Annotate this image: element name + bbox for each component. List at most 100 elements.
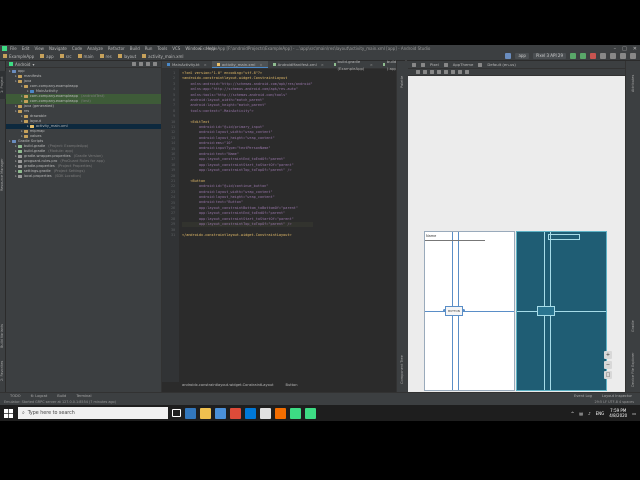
breadcrumb-item[interactable]: androidx.constraintlayout.widget.Constra… xyxy=(182,383,273,389)
orientation-icon[interactable] xyxy=(421,62,425,67)
minimize-button[interactable]: – xyxy=(614,46,617,52)
edge-icon[interactable] xyxy=(185,407,196,419)
chevron-right-icon[interactable]: ▸ xyxy=(27,124,29,129)
mail-icon[interactable] xyxy=(245,407,256,419)
bottom-right-tool-0[interactable]: Event Log xyxy=(574,394,592,398)
layers-icon[interactable] xyxy=(412,62,416,67)
blueprint-edit-text[interactable] xyxy=(548,234,580,240)
code-line[interactable]: </androidx.constraintlayout.widget.Const… xyxy=(182,233,313,238)
close-tab-icon[interactable]: × xyxy=(370,61,373,68)
infer-constraints-icon[interactable] xyxy=(444,70,448,74)
component-tree-tab[interactable]: Component Tree xyxy=(400,351,406,389)
bottom-tool-0[interactable]: TODO xyxy=(10,394,21,398)
locale-selector[interactable]: Default (en-us) xyxy=(487,62,516,67)
guidelines-icon[interactable] xyxy=(465,70,469,74)
android-studio-icon[interactable] xyxy=(290,407,301,419)
sdk-manager-icon[interactable] xyxy=(620,53,626,59)
clock[interactable]: 7:59 PM 4/8/2020 xyxy=(609,408,627,418)
chevron-up-icon[interactable]: ^ xyxy=(571,411,574,416)
preview-edit-text[interactable]: Name xyxy=(426,234,436,238)
chevron-right-icon[interactable]: ▸ xyxy=(21,99,23,104)
close-tab-icon[interactable]: × xyxy=(204,61,207,68)
menu-item-edit[interactable]: Edit xyxy=(22,46,30,51)
zoom-in-button[interactable]: + xyxy=(604,351,612,359)
start-button[interactable] xyxy=(0,405,16,421)
close-tab-icon[interactable]: × xyxy=(259,61,262,68)
network-icon[interactable]: ▤ xyxy=(579,411,583,416)
anchor-handle[interactable] xyxy=(443,309,446,312)
nav-crumb[interactable]: res xyxy=(99,54,112,59)
gear-icon[interactable] xyxy=(146,62,150,66)
code-area[interactable]: <?xml version="1.0" encoding="utf-8"?> <a… xyxy=(182,71,313,238)
photos-icon[interactable] xyxy=(260,407,271,419)
chrome-icon[interactable] xyxy=(230,407,241,419)
notification-icon[interactable]: ▭ xyxy=(632,411,636,416)
api-icon[interactable] xyxy=(443,62,448,67)
anchor-handle[interactable] xyxy=(462,309,465,312)
device-selector[interactable]: Pixel xyxy=(430,62,439,67)
editor-tab[interactable]: build.gradle (ExampleApp) × xyxy=(329,59,378,71)
theme-selector[interactable]: AppTheme xyxy=(453,62,474,67)
menu-item-file[interactable]: File xyxy=(10,46,17,51)
attributes-tab[interactable]: Attributes xyxy=(631,69,637,97)
editor-tab[interactable]: MainActivity.kt × xyxy=(162,61,212,68)
palette-tab[interactable]: Palette xyxy=(400,71,406,93)
globe-icon[interactable] xyxy=(478,62,483,67)
blueprint-button[interactable] xyxy=(537,306,555,316)
chevron-down-icon[interactable]: ▾ xyxy=(32,62,34,67)
android-studio-2-icon[interactable] xyxy=(305,407,316,419)
nav-crumb[interactable]: src xyxy=(59,54,72,59)
pack-icon[interactable] xyxy=(451,70,455,74)
nav-crumb[interactable]: app xyxy=(40,54,54,59)
taskbar-search[interactable]: ⌕ Type here to search xyxy=(18,407,168,419)
search-icon[interactable] xyxy=(630,53,636,59)
chevron-right-icon[interactable]: ▸ xyxy=(9,69,11,74)
language-indicator[interactable]: ENG xyxy=(596,411,605,416)
design-preview[interactable]: Name BUTTON xyxy=(424,231,515,391)
editor-tab[interactable]: activity_main.xml × xyxy=(211,61,268,68)
gradle-tab[interactable]: Gradle xyxy=(631,311,637,341)
hide-icon[interactable] xyxy=(153,62,157,66)
nav-crumb[interactable]: ExampleApp xyxy=(3,54,34,59)
bottom-tool-3[interactable]: Terminal xyxy=(76,394,91,398)
tree-item[interactable]: ▸ local.properties (SDK Location) xyxy=(6,174,161,179)
bottom-tool-2[interactable]: Build xyxy=(57,394,66,398)
run-icon[interactable] xyxy=(570,53,576,59)
menu-item-view[interactable]: View xyxy=(34,46,44,51)
hammer-icon[interactable] xyxy=(505,53,512,59)
status-message[interactable]: Emulator: Started GRPC server at 127.0.0… xyxy=(4,400,116,404)
project-view-mode[interactable]: Android xyxy=(15,62,30,67)
chevron-right-icon[interactable]: ▸ xyxy=(21,119,23,124)
task-view-icon[interactable] xyxy=(172,409,181,417)
volume-icon[interactable]: ♪ xyxy=(588,411,591,416)
menu-item-code[interactable]: Code xyxy=(72,46,82,51)
chevron-right-icon[interactable]: ▸ xyxy=(15,109,17,114)
menu-item-analyze[interactable]: Analyze xyxy=(87,46,103,51)
avd-manager-icon[interactable] xyxy=(610,53,616,59)
blueprint-view[interactable] xyxy=(516,231,607,391)
menu-item-navigate[interactable]: Navigate xyxy=(49,46,67,51)
magnet-icon[interactable] xyxy=(423,70,427,74)
eye-icon[interactable] xyxy=(416,70,420,74)
clear-constraints-icon[interactable] xyxy=(437,70,441,74)
code-line[interactable]: xmlns:app="http://schemas.android.com/ap… xyxy=(182,87,313,92)
device-file-explorer-tab[interactable]: Device File Explorer xyxy=(631,351,637,389)
collapse-icon[interactable] xyxy=(139,62,143,66)
chevron-right-icon[interactable]: ▸ xyxy=(27,89,29,94)
chevron-right-icon[interactable]: ▸ xyxy=(21,84,23,89)
breadcrumb-item[interactable]: Button xyxy=(285,383,297,389)
menu-item-build[interactable]: Build xyxy=(130,46,140,51)
bottom-tool-1[interactable]: 6: Logcat xyxy=(31,394,48,398)
editor-tab[interactable]: AndroidManifest.xml × xyxy=(268,61,329,68)
design-canvas[interactable]: Name BUTTON xyxy=(408,76,625,392)
close-tab-icon[interactable]: × xyxy=(321,61,324,68)
menu-item-run[interactable]: Run xyxy=(145,46,153,51)
bottom-right-tool-1[interactable]: Layout Inspector xyxy=(602,394,632,398)
nav-crumb[interactable]: main xyxy=(77,54,94,59)
nav-crumb[interactable]: layout xyxy=(117,54,136,59)
margin-icon[interactable] xyxy=(430,70,434,74)
align-icon[interactable] xyxy=(458,70,462,74)
store-icon[interactable] xyxy=(215,407,226,419)
maximize-button[interactable]: □ xyxy=(622,46,627,52)
menu-item-window[interactable]: Window xyxy=(185,46,201,51)
